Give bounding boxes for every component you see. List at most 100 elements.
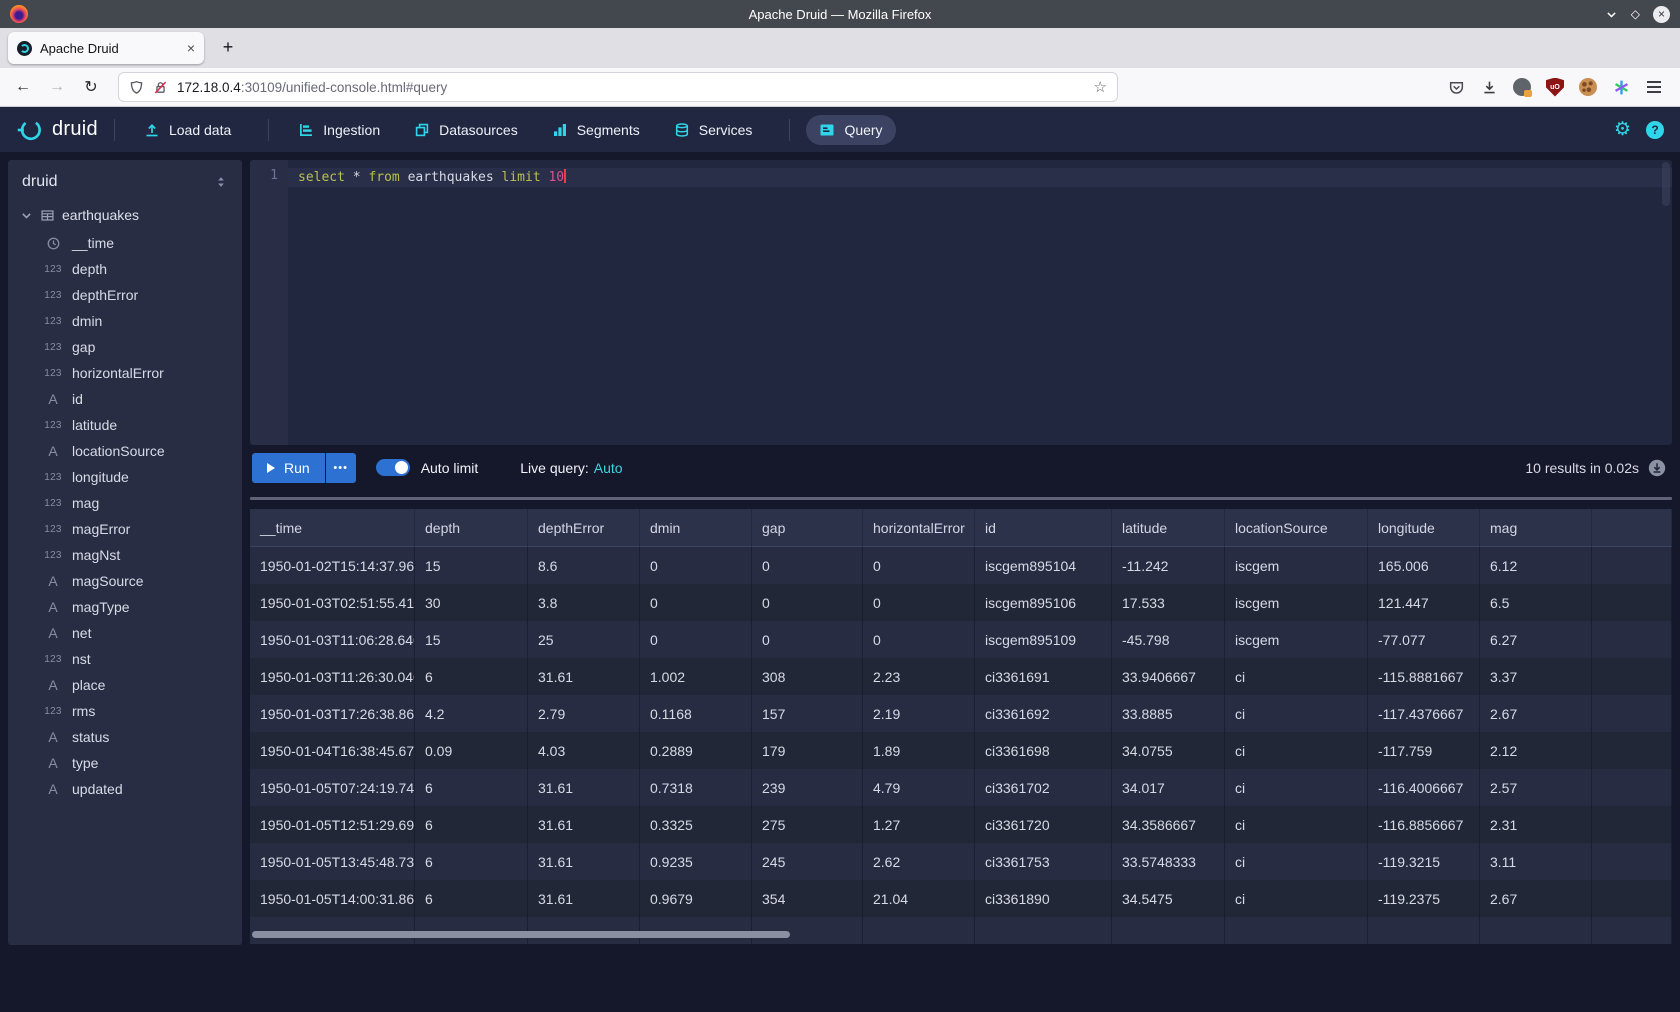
cell[interactable]: 2.19 bbox=[863, 695, 975, 732]
cell[interactable]: ci bbox=[1225, 769, 1368, 806]
cell[interactable]: ci bbox=[1225, 843, 1368, 880]
cell[interactable]: ci3361720 bbox=[975, 806, 1112, 843]
druid-logo[interactable]: druid bbox=[16, 116, 98, 144]
cell[interactable]: 31.61 bbox=[528, 880, 640, 917]
panel-divider[interactable] bbox=[250, 497, 1672, 500]
cell[interactable]: -116.8856667 bbox=[1368, 806, 1480, 843]
cell[interactable]: 1.89 bbox=[863, 732, 975, 769]
column-header-longitude[interactable]: longitude bbox=[1368, 509, 1480, 547]
cell[interactable]: 2.57 bbox=[1480, 769, 1592, 806]
new-tab-button[interactable]: + bbox=[214, 33, 242, 61]
sql-editor[interactable]: 1 select * from earthquakes limit 10 bbox=[250, 160, 1672, 445]
cell[interactable]: 6 bbox=[415, 843, 528, 880]
cell[interactable]: ci3361691 bbox=[975, 658, 1112, 695]
column-header-id[interactable]: id bbox=[975, 509, 1112, 547]
schema-column-depthError[interactable]: 123depthError bbox=[8, 282, 242, 308]
cell[interactable]: 1950-01-03T11:26:30.040Z bbox=[250, 658, 415, 695]
bookmark-star-icon[interactable]: ☆ bbox=[1094, 78, 1107, 96]
cell[interactable]: 1950-01-03T17:26:38.860Z bbox=[250, 695, 415, 732]
cell[interactable]: -115.8881667 bbox=[1368, 658, 1480, 695]
schema-column-place[interactable]: Aplace bbox=[8, 672, 242, 698]
schema-column-horizontalError[interactable]: 123horizontalError bbox=[8, 360, 242, 386]
column-header-locationSource[interactable]: locationSource bbox=[1225, 509, 1368, 547]
column-header-dmin[interactable]: dmin bbox=[640, 509, 752, 547]
schema-column-id[interactable]: Aid bbox=[8, 386, 242, 412]
cell[interactable]: 0.09 bbox=[415, 732, 528, 769]
schema-column-mag[interactable]: 123mag bbox=[8, 490, 242, 516]
back-button[interactable]: ← bbox=[10, 74, 36, 100]
schema-column-gap[interactable]: 123gap bbox=[8, 334, 242, 360]
run-button[interactable]: Run bbox=[252, 453, 325, 483]
schema-column-magError[interactable]: 123magError bbox=[8, 516, 242, 542]
schema-column-updated[interactable]: Aupdated bbox=[8, 776, 242, 802]
editor-scrollbar[interactable] bbox=[1662, 162, 1670, 206]
downloads-icon[interactable] bbox=[1477, 75, 1501, 99]
cell[interactable]: 6.5 bbox=[1480, 584, 1592, 621]
cell[interactable]: 1950-01-05T14:00:31.860Z bbox=[250, 880, 415, 917]
cell[interactable]: 0 bbox=[752, 584, 863, 621]
cell[interactable]: 6 bbox=[415, 769, 528, 806]
menu-hamburger-icon[interactable] bbox=[1642, 75, 1666, 99]
cell[interactable]: -117.759 bbox=[1368, 732, 1480, 769]
pocket-icon[interactable] bbox=[1444, 75, 1468, 99]
schema-column-nst[interactable]: 123nst bbox=[8, 646, 242, 672]
column-header-__time[interactable]: __time bbox=[250, 509, 415, 547]
cell[interactable]: 1950-01-03T02:51:55.410Z bbox=[250, 584, 415, 621]
cell[interactable]: -117.4376667 bbox=[1368, 695, 1480, 732]
cell[interactable]: 2.67 bbox=[1480, 880, 1592, 917]
cell[interactable]: 0.7318 bbox=[640, 769, 752, 806]
cell[interactable]: 34.0755 bbox=[1112, 732, 1225, 769]
cell[interactable]: ci3361753 bbox=[975, 843, 1112, 880]
column-header-latitude[interactable]: latitude bbox=[1112, 509, 1225, 547]
cell[interactable]: 2.31 bbox=[1480, 806, 1592, 843]
window-close-button[interactable]: × bbox=[1653, 6, 1670, 23]
column-header-horizontalError[interactable]: horizontalError bbox=[863, 509, 975, 547]
schema-column-dmin[interactable]: 123dmin bbox=[8, 308, 242, 334]
account-extension-icon[interactable] bbox=[1510, 75, 1534, 99]
nav-item-services[interactable]: Services bbox=[661, 115, 766, 145]
cell[interactable]: 6 bbox=[415, 806, 528, 843]
cell[interactable]: 8.6 bbox=[528, 547, 640, 584]
cell[interactable]: 6.27 bbox=[1480, 621, 1592, 658]
cell[interactable]: -119.2375 bbox=[1368, 880, 1480, 917]
cell[interactable]: ci bbox=[1225, 695, 1368, 732]
schema-column-status[interactable]: Astatus bbox=[8, 724, 242, 750]
cell[interactable]: 0.1168 bbox=[640, 695, 752, 732]
cell[interactable]: 1950-01-03T11:06:28.640Z bbox=[250, 621, 415, 658]
cell[interactable]: 0.9235 bbox=[640, 843, 752, 880]
cell[interactable]: 21.04 bbox=[863, 880, 975, 917]
cell[interactable]: 30 bbox=[415, 584, 528, 621]
cell[interactable]: 15 bbox=[415, 621, 528, 658]
shield-icon[interactable] bbox=[129, 80, 144, 95]
cell[interactable]: iscgem895104 bbox=[975, 547, 1112, 584]
schema-column-rms[interactable]: 123rms bbox=[8, 698, 242, 724]
cell[interactable]: 31.61 bbox=[528, 806, 640, 843]
cell[interactable]: 354 bbox=[752, 880, 863, 917]
ublock-extension-icon[interactable]: uO bbox=[1543, 75, 1567, 99]
cell[interactable]: 6.12 bbox=[1480, 547, 1592, 584]
cell[interactable]: 2.12 bbox=[1480, 732, 1592, 769]
cell[interactable]: iscgem bbox=[1225, 547, 1368, 584]
cell[interactable]: 25 bbox=[528, 621, 640, 658]
schema-column-net[interactable]: Anet bbox=[8, 620, 242, 646]
nav-item-ingestion[interactable]: Ingestion bbox=[285, 115, 393, 145]
cell[interactable]: 0.9679 bbox=[640, 880, 752, 917]
cell[interactable]: 0.3325 bbox=[640, 806, 752, 843]
cell[interactable]: 15 bbox=[415, 547, 528, 584]
schema-column-latitude[interactable]: 123latitude bbox=[8, 412, 242, 438]
cell[interactable]: ci bbox=[1225, 658, 1368, 695]
cell[interactable]: 3.37 bbox=[1480, 658, 1592, 695]
cell[interactable]: 1.27 bbox=[863, 806, 975, 843]
cell[interactable]: -119.3215 bbox=[1368, 843, 1480, 880]
cell[interactable]: ci3361702 bbox=[975, 769, 1112, 806]
run-more-button[interactable]: ••• bbox=[326, 453, 356, 483]
cell[interactable]: 0 bbox=[863, 621, 975, 658]
cell[interactable]: 34.017 bbox=[1112, 769, 1225, 806]
schema-table-earthquakes[interactable]: earthquakes bbox=[8, 201, 242, 230]
cell[interactable]: 0.2889 bbox=[640, 732, 752, 769]
cell[interactable]: 165.006 bbox=[1368, 547, 1480, 584]
cell[interactable]: 31.61 bbox=[528, 658, 640, 695]
column-header-depth[interactable]: depth bbox=[415, 509, 528, 547]
cell[interactable]: ci bbox=[1225, 806, 1368, 843]
cell[interactable]: 2.23 bbox=[863, 658, 975, 695]
